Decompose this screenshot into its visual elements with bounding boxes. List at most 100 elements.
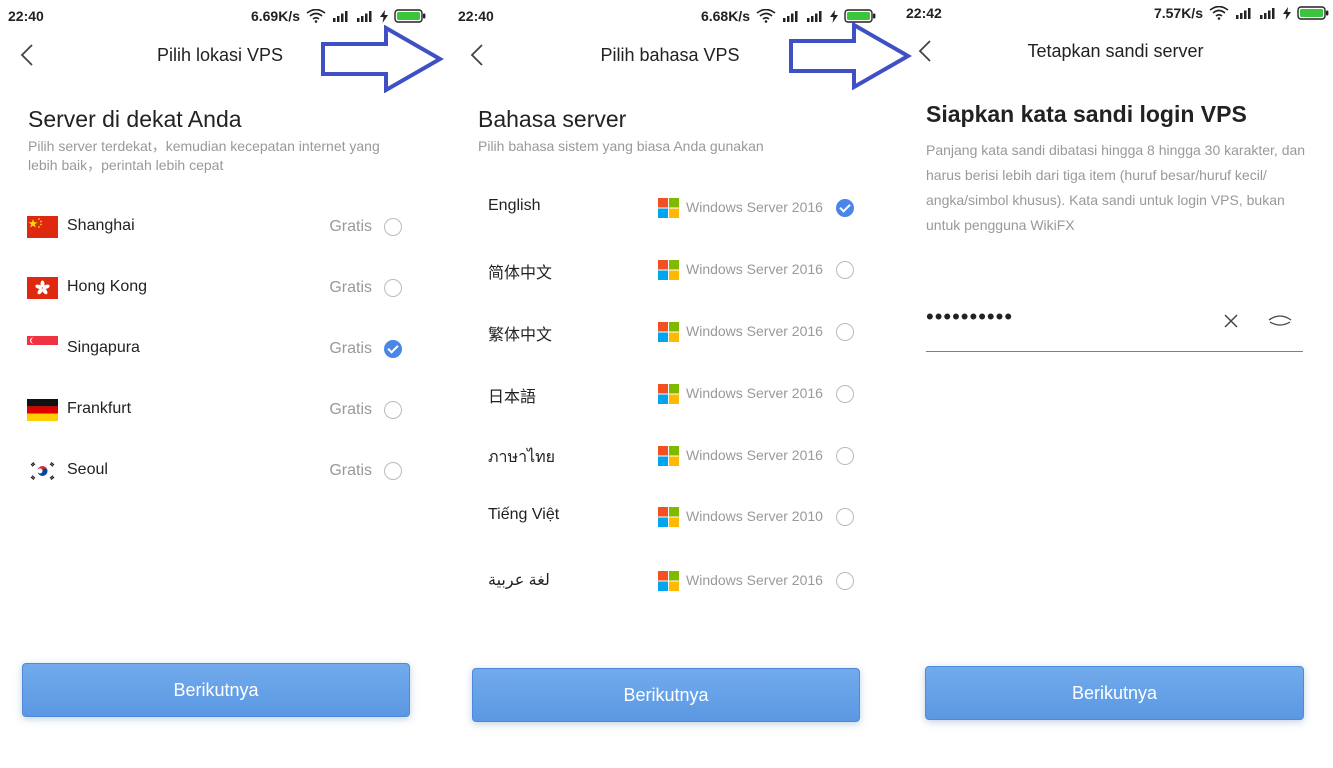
windows-logo-icon <box>658 384 679 404</box>
windows-logo-icon <box>658 507 679 527</box>
os-version: Windows Server 2010 <box>686 508 823 524</box>
location-name: Seoul <box>67 461 108 478</box>
location-radio[interactable] <box>384 462 402 480</box>
location-radio[interactable] <box>384 401 402 419</box>
language-row[interactable]: 繁体中文 Windows Server 2016 <box>488 311 868 351</box>
language-name: لغة عربية <box>488 572 550 589</box>
section-heading: Bahasa server <box>478 106 627 132</box>
language-name: 简体中文 <box>488 265 553 282</box>
next-button[interactable]: Berikutnya <box>22 663 410 717</box>
language-radio[interactable] <box>836 508 854 526</box>
location-price: Gratis <box>329 279 372 296</box>
charging-icon <box>830 9 838 23</box>
location-row-frankfurt[interactable]: Frankfurt Gratis <box>27 390 407 430</box>
language-row[interactable]: 日本語 Windows Server 2016 <box>488 373 868 413</box>
section-subtext: Panjang kata sandi dibatasi hingga 8 hin… <box>926 142 1306 233</box>
battery-icon <box>1297 6 1329 20</box>
screen-set-password: 22:42 7.57K/s Tetapkan sandi server Siap… <box>898 0 1333 768</box>
section-heading: Siapkan kata sandi login VPS <box>926 101 1247 127</box>
signal-icon <box>357 11 372 22</box>
language-name: 日本語 <box>488 389 537 406</box>
os-version: Windows Server 2016 <box>686 572 823 588</box>
signal-icon <box>807 11 822 22</box>
location-radio[interactable] <box>384 218 402 236</box>
signal-icon <box>1236 8 1251 19</box>
language-row[interactable]: ภาษาไทย Windows Server 2016 <box>488 435 868 475</box>
clear-icon[interactable] <box>1224 314 1238 328</box>
language-name: Tiếng Việt <box>488 506 560 523</box>
wifi-icon <box>306 9 326 23</box>
language-name: ภาษาไทย <box>488 449 556 466</box>
windows-logo-icon <box>658 571 679 591</box>
password-input[interactable]: •••••••••• <box>926 300 1303 352</box>
location-name: Hong Kong <box>67 278 148 295</box>
language-radio[interactable] <box>836 199 854 217</box>
battery-icon <box>394 9 426 23</box>
hide-password-icon[interactable] <box>1268 314 1292 328</box>
screen-select-location: 22:40 6.69K/s Pilih lokasi VPS Server di… <box>0 0 440 768</box>
wifi-icon <box>756 9 776 23</box>
page-title: Tetapkan sandi server <box>1027 41 1204 61</box>
location-row-seoul[interactable]: Seoul Gratis <box>27 451 407 491</box>
language-radio[interactable] <box>836 447 854 465</box>
location-price: Gratis <box>329 340 372 357</box>
signal-icon <box>333 11 348 22</box>
language-row[interactable]: English Windows Server 2016 <box>488 187 868 227</box>
os-version: Windows Server 2016 <box>686 199 823 215</box>
china-flag-icon <box>27 216 58 238</box>
language-radio[interactable] <box>836 261 854 279</box>
location-row-singapura[interactable]: Singapura Gratis <box>27 329 407 369</box>
korea-flag-icon <box>27 460 58 482</box>
status-time: 22:40 <box>458 8 494 24</box>
next-button[interactable]: Berikutnya <box>472 668 860 722</box>
language-radio[interactable] <box>836 385 854 403</box>
top-bar: Tetapkan sandi server <box>898 32 1333 72</box>
section-heading: Server di dekat Anda <box>28 106 242 132</box>
singapore-flag-icon <box>27 336 58 354</box>
windows-logo-icon <box>658 322 679 342</box>
screen-select-language: 22:40 6.68K/s Pilih bahasa VPS Bahasa se… <box>450 0 890 768</box>
section-subtext: Pilih server terdekat，kemudian kecepatan… <box>28 138 380 173</box>
os-version: Windows Server 2016 <box>686 323 823 339</box>
windows-logo-icon <box>658 446 679 466</box>
status-time: 22:42 <box>906 5 942 21</box>
location-name: Singapura <box>67 339 140 356</box>
hong-kong-flag-icon <box>27 277 58 299</box>
language-radio[interactable] <box>836 323 854 341</box>
signal-icon <box>1260 8 1275 19</box>
language-row[interactable]: Tiếng Việt Windows Server 2010 <box>488 496 868 536</box>
location-price: Gratis <box>329 218 372 235</box>
language-radio[interactable] <box>836 572 854 590</box>
network-speed: 7.57K/s <box>1153 5 1203 21</box>
os-version: Windows Server 2016 <box>686 385 823 401</box>
location-price: Gratis <box>329 401 372 418</box>
flow-arrow-icon <box>789 22 912 90</box>
network-speed: 6.68K/s <box>700 8 750 24</box>
network-speed: 6.69K/s <box>250 8 300 24</box>
section-subtext: Pilih bahasa sistem yang biasa Anda guna… <box>478 138 764 154</box>
password-value: •••••••••• <box>926 304 1014 329</box>
status-bar: 22:42 7.57K/s <box>898 0 1333 27</box>
windows-logo-icon <box>658 260 679 280</box>
language-row[interactable]: 简体中文 Windows Server 2016 <box>488 249 868 289</box>
signal-icon <box>783 11 798 22</box>
flow-arrow-icon <box>321 25 444 93</box>
charging-icon <box>1283 6 1291 20</box>
location-radio[interactable] <box>384 279 402 297</box>
language-row[interactable]: لغة عربية Windows Server 2016 <box>488 560 868 600</box>
germany-flag-icon <box>27 399 58 421</box>
location-price: Gratis <box>329 462 372 479</box>
battery-icon <box>844 9 876 23</box>
next-button[interactable]: Berikutnya <box>925 666 1304 720</box>
location-row-hong-kong[interactable]: Hong Kong Gratis <box>27 268 407 308</box>
status-time: 22:40 <box>8 8 44 24</box>
location-row-shanghai[interactable]: Shanghai Gratis <box>27 207 407 247</box>
location-radio[interactable] <box>384 340 402 358</box>
windows-logo-icon <box>658 198 679 218</box>
language-name: English <box>488 197 541 214</box>
location-name: Shanghai <box>67 217 135 234</box>
wifi-icon <box>1209 6 1229 20</box>
os-version: Windows Server 2016 <box>686 261 823 277</box>
charging-icon <box>380 9 388 23</box>
language-name: 繁体中文 <box>488 327 553 344</box>
